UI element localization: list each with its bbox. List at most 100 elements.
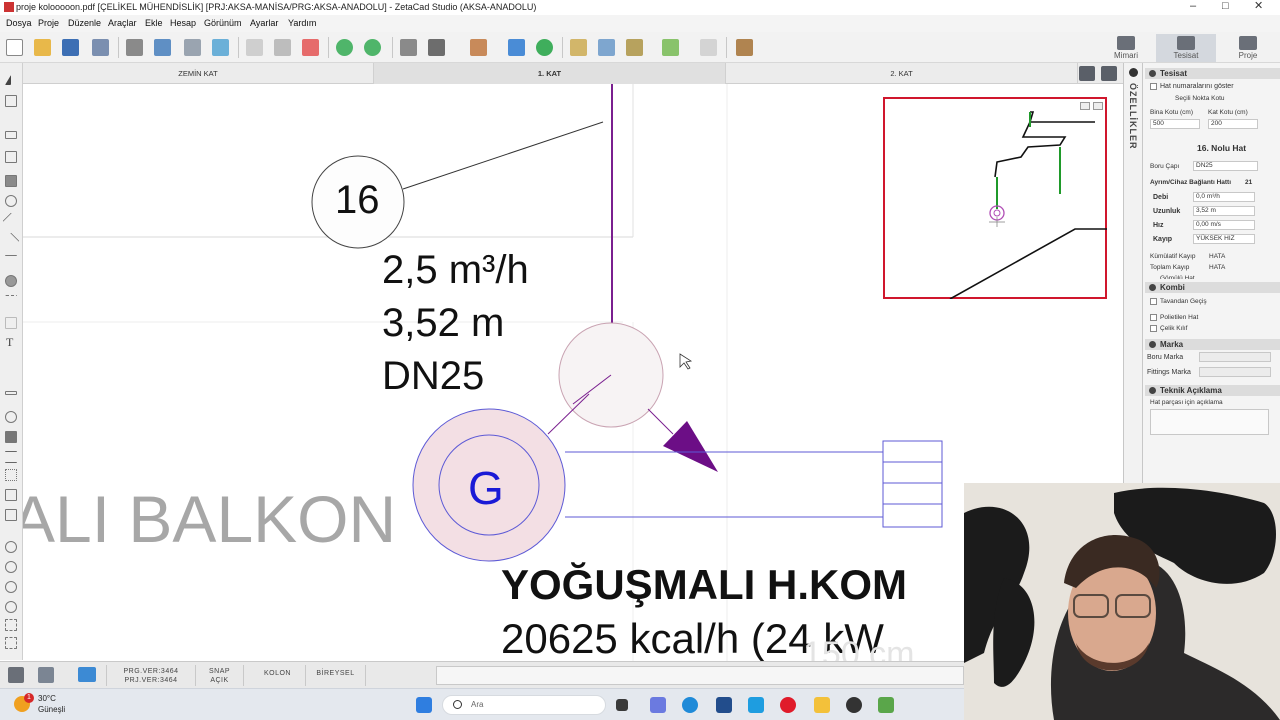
zoom-all-icon[interactable] [5,601,17,613]
layers-toggle-icon[interactable] [1079,66,1095,81]
mode-mimari-button[interactable]: Mimari [1096,34,1156,62]
bireysel-button[interactable]: BİREYSEL [306,665,366,686]
zoom-window-icon[interactable] [5,541,17,553]
boiler-symbol[interactable] [882,440,943,528]
widgets-icon[interactable] [650,697,666,713]
ellipse-icon[interactable] [5,411,17,423]
command-line[interactable] [436,666,964,685]
box-icon[interactable] [5,489,17,501]
dashed-line-icon[interactable] [5,295,17,307]
undo-icon[interactable] [336,39,353,56]
close-button[interactable]: ✕ [1254,0,1263,13]
fill-icon[interactable] [5,431,17,443]
grid-icon[interactable] [5,469,17,481]
layer-manager-icon[interactable] [1101,66,1117,81]
circle-icon[interactable] [5,195,17,207]
copy-icon[interactable] [246,39,263,56]
layer-icon[interactable] [5,391,17,395]
tools-icon[interactable] [736,39,753,56]
opera-icon[interactable] [780,697,796,713]
kolon-button[interactable]: KOLON [250,665,306,686]
teknik-textarea[interactable] [1150,409,1269,435]
bina-kotu-input[interactable]: 500 [1150,119,1200,129]
snap-toggle[interactable]: SNAP AÇIK [196,665,244,686]
valve-icon[interactable] [5,275,17,287]
save-icon[interactable] [62,39,79,56]
tab-zemin-kat[interactable]: ZEMİN KAT [23,63,374,84]
pipe-segment[interactable] [647,408,674,435]
menu-ayarlar[interactable]: Ayarlar [250,18,278,28]
rectangle-icon[interactable] [5,95,17,107]
kombi-header[interactable]: Kombi [1145,282,1280,293]
edge-icon[interactable] [682,697,698,713]
double-line-icon[interactable] [5,451,17,463]
tab-2-kat[interactable]: 2. KAT [726,63,1078,84]
boru-capi-select[interactable]: DN25 [1193,161,1258,171]
horizontal-pipe-icon[interactable] [5,255,17,267]
zetacad-taskbar-icon[interactable] [878,697,894,713]
menu-yardim[interactable]: Yardım [288,18,316,28]
print-preview-icon[interactable] [154,39,171,56]
menu-hesap[interactable]: Hesap [170,18,196,28]
fit-icon[interactable] [5,619,17,631]
plotter-icon[interactable] [184,39,201,56]
zoom-out-icon[interactable] [5,581,17,593]
isometric-preview[interactable] [883,97,1107,299]
wall-icon[interactable] [5,131,17,139]
frame-icon[interactable] [5,509,17,521]
tesisat-header[interactable]: Tesisat [1145,68,1280,79]
show-line-numbers-checkbox[interactable] [1150,83,1157,90]
app-taskbar-icon[interactable] [846,697,862,713]
text-tool-icon[interactable]: T [6,335,13,350]
edit-icon[interactable] [212,39,229,56]
teknik-header[interactable]: Teknik Açıklama [1145,385,1280,396]
task-view-icon[interactable] [616,699,628,711]
save-as-icon[interactable] [92,39,109,56]
drawing-canvas[interactable]: 16 2,5 m³/h 3,52 m DN25 G ALI BALKON YOĞ… [23,84,1123,661]
select-arrow-icon[interactable] [5,75,11,85]
marka-header[interactable]: Marka [1145,339,1280,350]
menu-proje[interactable]: Proje [38,18,59,28]
taskbar-search[interactable]: Ara [442,695,606,715]
back-icon[interactable] [400,39,417,56]
new-file-icon[interactable] [6,39,23,56]
window-tool-icon[interactable] [5,151,17,163]
menu-araclar[interactable]: Araçlar [108,18,137,28]
line-icon[interactable] [2,212,20,230]
fittings-marka-input[interactable] [1199,367,1271,377]
drawing-icon[interactable] [598,39,615,56]
menu-gorunum[interactable]: Görünüm [204,18,242,28]
window-icon[interactable] [700,39,717,56]
paste-icon[interactable] [274,39,291,56]
mail-icon[interactable] [748,697,764,713]
minimize-button[interactable]: – [1190,0,1196,13]
disabled-tool-icon[interactable] [5,317,17,329]
hand-icon[interactable] [5,175,17,187]
building-icon[interactable] [470,39,487,56]
open-folder-icon[interactable] [34,39,51,56]
tavandan-checkbox[interactable] [1150,298,1157,305]
store-icon[interactable] [716,697,732,713]
menu-ekle[interactable]: Ekle [145,18,163,28]
explorer-icon[interactable] [814,697,830,713]
zoom-in-icon[interactable] [5,561,17,573]
eraser-icon[interactable] [302,39,319,56]
boru-marka-input[interactable] [1199,352,1271,362]
check-icon[interactable] [536,39,553,56]
cube-icon[interactable] [662,39,679,56]
windows-start-icon[interactable] [416,697,432,713]
mode-proje-button[interactable]: Proje [1218,34,1278,62]
monitor-status-icon[interactable] [78,667,96,682]
sum-icon[interactable] [428,39,445,56]
layers-icon[interactable] [626,39,643,56]
fullscreen-icon[interactable] [5,637,17,649]
panel-toggle-icon[interactable] [1129,68,1138,77]
print-icon[interactable] [126,39,143,56]
tab-1-kat[interactable]: 1. KAT [374,63,726,84]
calculator-icon[interactable] [508,39,525,56]
kat-kotu-input[interactable]: 200 [1208,119,1258,129]
menu-dosya[interactable]: Dosya [6,18,32,28]
pipe-icon[interactable] [2,232,20,250]
settings-status-icon[interactable] [8,667,24,683]
celik-checkbox[interactable] [1150,325,1157,332]
